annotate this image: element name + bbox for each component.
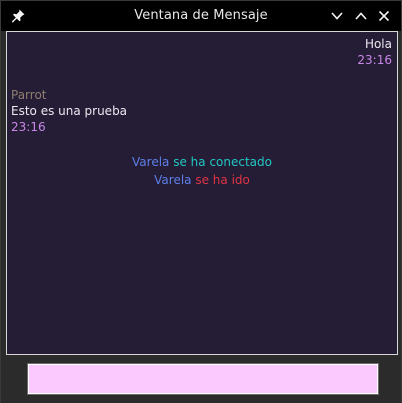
join-event: Varela se ha conectado (7, 154, 397, 170)
incoming-message-time: 23:16 (11, 120, 46, 134)
incoming-message-text: Esto es una prueba (11, 104, 128, 118)
event-left-text: se ha ido (195, 173, 250, 187)
event-joined-text: se ha conectado (173, 155, 272, 169)
chevron-up-icon[interactable] (352, 7, 370, 25)
message-window: Ventana de Mensaje Hola 23:16 Parrot Est… (0, 0, 402, 403)
leave-event: Varela se ha ido (7, 172, 397, 188)
own-message: Hola 23:16 (357, 36, 392, 68)
message-author: Parrot (11, 88, 47, 102)
event-user-name: Varela (154, 173, 192, 187)
message-input[interactable] (27, 363, 379, 395)
close-icon[interactable] (375, 7, 393, 25)
incoming-message: Parrot Esto es una prueba 23:16 (11, 87, 127, 135)
event-user-name: Varela (132, 155, 170, 169)
chevron-down-icon[interactable] (328, 7, 346, 25)
title-bar[interactable]: Ventana de Mensaje (1, 1, 401, 31)
own-message-text: Hola (364, 37, 392, 51)
chat-history[interactable]: Hola 23:16 Parrot Esto es una prueba 23:… (6, 31, 398, 355)
own-message-time: 23:16 (357, 53, 392, 67)
